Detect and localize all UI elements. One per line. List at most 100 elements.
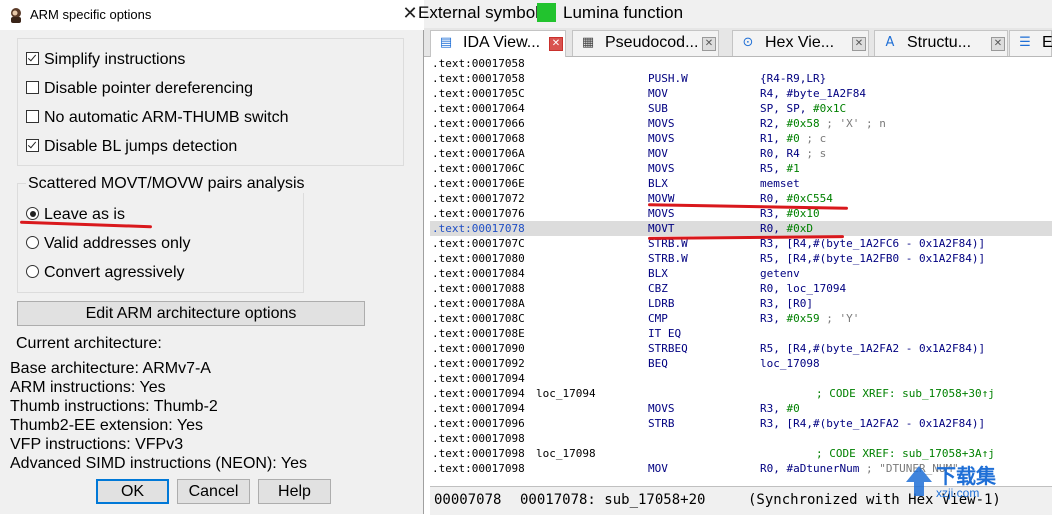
code-address: .text:0001708C	[432, 312, 525, 325]
code-line[interactable]: .text:0001708E IT EQ	[430, 326, 1052, 341]
code-label: loc_17098	[536, 447, 596, 460]
status-offset: 00007078	[434, 492, 502, 508]
code-line[interactable]: .text:0001706A MOV R0, R4 ; s	[430, 146, 1052, 161]
code-operands: R3, #0x59 ; 'Y'	[760, 312, 860, 325]
code-line[interactable]: .text:00017066 MOVS R2, #0x58 ; 'X' ; n	[430, 116, 1052, 131]
code-line[interactable]: .text:00017064 SUB SP, SP, #0x1C	[430, 101, 1052, 116]
code-mnemonic: MOVS	[648, 117, 675, 130]
edit-arch-button[interactable]: Edit ARM architecture options	[17, 301, 365, 326]
code-line[interactable]: .text:00017078 MOVT R0, #0xD	[430, 221, 1052, 236]
code-line[interactable]: .text:00017080 STRB.W R5, [R4,#(byte_1A2FB…	[430, 251, 1052, 266]
disassembly-listing[interactable]: .text:00017058 .text:00017058 PUSH.W {R4-R9…	[430, 56, 1052, 486]
code-address: .text:00017076	[432, 207, 525, 220]
ida-view-icon: ▤	[439, 35, 453, 50]
code-address: .text:00017080	[432, 252, 525, 265]
code-line[interactable]: .text:00017094 MOVS R3, #0	[430, 401, 1052, 416]
code-operands: R0, loc_17094	[760, 282, 847, 295]
code-mnemonic: STRB	[648, 417, 675, 430]
code-line[interactable]: .text:00017088 CBZ R0, loc_17094	[430, 281, 1052, 296]
code-mnemonic: MOV	[648, 87, 668, 100]
tab-close-icon[interactable]: ✕	[991, 37, 1005, 51]
code-mnemonic: LDRB	[648, 297, 675, 310]
ok-button[interactable]: OK	[96, 479, 169, 504]
code-line[interactable]: .text:0001708C CMP R3, #0x59 ; 'Y'	[430, 311, 1052, 326]
code-line[interactable]: .text:00017076 MOVS R3, #0x10	[430, 206, 1052, 221]
lumina-color-swatch	[537, 3, 556, 22]
help-button[interactable]: Help	[258, 479, 331, 504]
radio-selected-icon[interactable]	[26, 207, 39, 220]
code-address: .text:00017068	[432, 132, 525, 145]
code-line[interactable]: .text:00017094 loc_17094 ; CODE XREF: sub_…	[430, 386, 1052, 401]
code-address: .text:00017058	[432, 72, 525, 85]
radio-convert-agressively[interactable]: Convert agressively	[26, 262, 185, 284]
code-mnemonic: MOVS	[648, 132, 675, 145]
code-line[interactable]: .text:00017094	[430, 371, 1052, 386]
checkbox-checked-icon[interactable]	[26, 52, 39, 65]
code-mnemonic: PUSH.W	[648, 72, 688, 85]
option-simplify-instructions[interactable]: Simplify instructions	[26, 49, 185, 71]
code-mnemonic: MOVS	[648, 162, 675, 175]
code-line[interactable]: .text:00017058 PUSH.W {R4-R9,LR}	[430, 71, 1052, 86]
ida-app-icon	[11, 8, 21, 23]
code-line[interactable]: .text:0001706E BLX memset	[430, 176, 1052, 191]
structures-icon: A	[885, 35, 895, 50]
code-mnemonic: MOVS	[648, 402, 675, 415]
color-legend-bar: External symbol Lumina function	[418, 0, 1052, 28]
code-mnemonic: STRBEQ	[648, 342, 688, 355]
code-operands: memset	[760, 177, 800, 190]
option-disable-pointer-deref[interactable]: Disable pointer dereferencing	[26, 78, 253, 100]
code-line[interactable]: .text:0001705C MOV R4, #byte_1A2F84	[430, 86, 1052, 101]
code-line[interactable]: .text:00017090 STRBEQ R5, [R4,#(byte_1A2FA…	[430, 341, 1052, 356]
legend-external-symbol: External symbol	[418, 3, 539, 22]
code-address: .text:00017072	[432, 192, 525, 205]
code-line[interactable]: .text:00017084 BLX getenv	[430, 266, 1052, 281]
tab-close-icon[interactable]: ✕	[702, 37, 716, 51]
code-address: .text:00017094	[432, 387, 525, 400]
watermark-logo: 下载集 xzji.com	[900, 456, 1050, 512]
radio-valid-addresses[interactable]: Valid addresses only	[26, 233, 190, 255]
code-address: .text:00017092	[432, 357, 525, 370]
code-address: .text:00017058	[432, 57, 525, 70]
code-operands: R5, [R4,#(byte_1A2FA2 - 0x1A2F84)]	[760, 342, 986, 355]
option-no-arm-thumb-switch[interactable]: No automatic ARM-THUMB switch	[26, 107, 289, 129]
tab-structures[interactable]: A Structu... ✕	[874, 30, 1008, 56]
radio-unselected-icon[interactable]	[26, 236, 39, 249]
option-disable-bl-jumps[interactable]: Disable BL jumps detection	[26, 136, 237, 158]
code-mnemonic: SUB	[648, 102, 668, 115]
code-mnemonic: STRB.W	[648, 252, 688, 265]
code-line[interactable]: .text:00017068 MOVS R1, #0 ; c	[430, 131, 1052, 146]
code-mnemonic: MOV	[648, 147, 668, 160]
code-address: .text:0001705C	[432, 87, 525, 100]
code-mnemonic: MOVS	[648, 207, 675, 220]
tab-pseudocode[interactable]: ▦ Pseudocod... ✕	[572, 30, 719, 56]
tab-hex-view[interactable]: ⊙ Hex Vie... ✕	[732, 30, 869, 56]
tab-enums[interactable]: ☰ En	[1009, 30, 1052, 56]
code-line[interactable]: .text:00017072 MOVW R0, #0xC554	[430, 191, 1052, 206]
radio-unselected-icon[interactable]	[26, 265, 39, 278]
code-line[interactable]: .text:00017092 BEQ loc_17098	[430, 356, 1052, 371]
code-line[interactable]: .text:00017058	[430, 56, 1052, 71]
arch-info-line: Thumb instructions: Thumb-2	[10, 398, 218, 415]
code-line[interactable]: .text:0001706C MOVS R5, #1	[430, 161, 1052, 176]
code-line[interactable]: .text:00017098	[430, 431, 1052, 446]
code-operands: R0, #0xD	[760, 222, 813, 235]
checkbox-checked-icon[interactable]	[26, 139, 39, 152]
code-mnemonic: BEQ	[648, 357, 668, 370]
code-operands: R3, [R0]	[760, 297, 813, 310]
tab-close-icon[interactable]: ✕	[852, 37, 866, 51]
tab-ida-view[interactable]: ▤ IDA View... ✕	[430, 30, 566, 57]
code-operands: loc_17098	[760, 357, 820, 370]
checkbox-unchecked-icon[interactable]	[26, 110, 39, 123]
cancel-button[interactable]: Cancel	[177, 479, 250, 504]
code-operands: R2, #0x58 ; 'X' ; n	[760, 117, 886, 130]
tab-close-icon[interactable]: ✕	[549, 37, 563, 51]
code-address: .text:00017096	[432, 417, 525, 430]
code-line[interactable]: .text:00017096 STRB R3, [R4,#(byte_1A2FA2 …	[430, 416, 1052, 431]
code-address: .text:0001706E	[432, 177, 525, 190]
code-xref-comment: ; CODE XREF: sub_17058+30↑j	[816, 387, 995, 400]
code-address: .text:00017088	[432, 282, 525, 295]
checkbox-unchecked-icon[interactable]	[26, 81, 39, 94]
arch-info-line: Base architecture: ARMv7-A	[10, 360, 211, 377]
current-arch-heading: Current architecture:	[16, 335, 162, 352]
code-line[interactable]: .text:0001708A LDRB R3, [R0]	[430, 296, 1052, 311]
